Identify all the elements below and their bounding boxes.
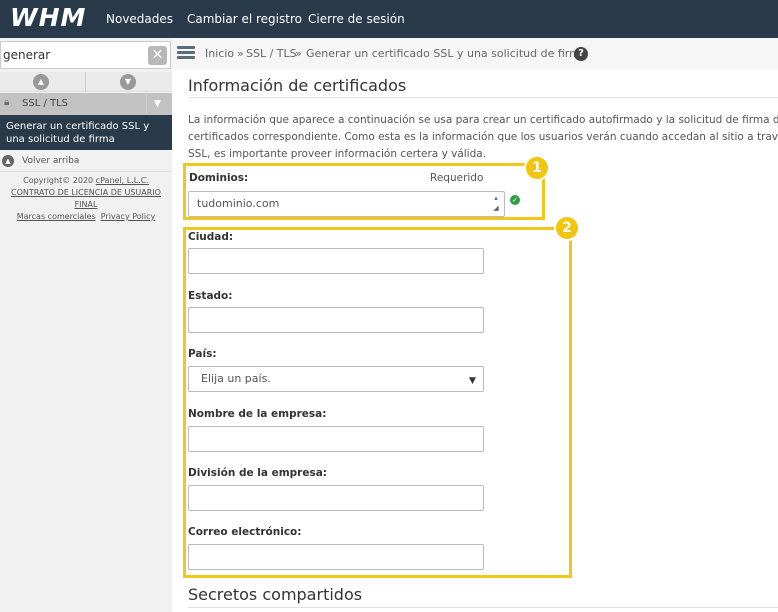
description-line: SSL, es importante proveer información c… [188, 148, 487, 160]
chevron-down-icon[interactable]: ▼ [146, 95, 168, 113]
sidebar-scroll-controls: ▲ ▼ [0, 72, 172, 92]
sidebar-category-ssl[interactable]: 🔒︎ SSL / TLS ▼ [0, 93, 172, 115]
sidebar-category-label: SSL / TLS [22, 98, 69, 109]
next-section-title: Secretos compartidos [188, 585, 363, 604]
breadcrumb-separator: » [237, 47, 244, 60]
divider [188, 97, 778, 98]
breadcrumb-ssl-tls[interactable]: SSL / TLS [246, 47, 297, 60]
scroll-down-icon[interactable]: ▼ [120, 74, 136, 90]
breadcrumb-separator: » [295, 47, 302, 60]
state-label: Estado: [188, 290, 233, 302]
arrow-up-icon: ▲ [2, 155, 14, 167]
annotation-badge-1: 1 [524, 155, 550, 181]
annotation-badge-2: 2 [554, 215, 580, 241]
section-description: La información que aparece a continuació… [188, 112, 778, 163]
menu-toggle-icon[interactable] [177, 46, 195, 60]
trademarks-link[interactable]: Marcas comerciales [17, 212, 96, 221]
back-to-top[interactable]: ▲ Volver arriba [0, 152, 172, 170]
email-field[interactable] [188, 544, 484, 570]
nav-change-log[interactable]: Cambiar el registro [187, 12, 302, 26]
country-label: País: [188, 348, 217, 360]
company-label: Nombre de la empresa: [188, 408, 327, 420]
breadcrumb-current: Generar un certificado SSL y una solicit… [306, 47, 587, 60]
copyright-text: Copyright© 2020 [23, 176, 96, 185]
breadcrumb: Inicio » SSL / TLS » Generar un certific… [172, 38, 778, 70]
nav-news[interactable]: Novedades [106, 12, 173, 26]
help-icon[interactable]: ? [574, 47, 588, 61]
cpanel-link[interactable]: cPanel, L.L.C. [96, 176, 149, 185]
top-bar: WHM Novedades Cambiar el registro Cierre… [0, 0, 778, 38]
required-label: Requerido [430, 172, 484, 184]
license-link[interactable]: CONTRATO DE LICENCIA DE USUARIO FINAL [0, 187, 172, 211]
city-label: Ciudad: [188, 231, 234, 243]
divider [85, 72, 86, 92]
email-label: Correo electrónico: [188, 526, 302, 538]
back-to-top-label: Volver arriba [22, 156, 80, 166]
sidebar-search: ✕ [0, 41, 171, 69]
valid-check-icon: ✓ [510, 195, 520, 205]
resize-handle-icon[interactable]: ▴ ◢ [488, 193, 504, 215]
search-input[interactable] [3, 45, 143, 65]
lock-icon: 🔒︎ [4, 97, 10, 108]
whm-logo[interactable]: WHM [10, 3, 86, 32]
scroll-up-icon[interactable]: ▲ [33, 74, 49, 90]
divider [0, 171, 172, 172]
division-label: División de la empresa: [188, 467, 327, 479]
company-field[interactable] [188, 426, 484, 452]
description-line: La información que aparece a continuació… [188, 114, 778, 126]
privacy-link[interactable]: Privacy Policy [101, 212, 156, 221]
country-select[interactable]: Elija un país. [188, 366, 484, 392]
city-field[interactable] [188, 248, 484, 274]
sidebar-footer: Copyright© 2020 cPanel, L.L.C. CONTRATO … [0, 175, 172, 223]
description-line: certificados correspondiente. Como esta … [188, 131, 778, 143]
section-title: Información de certificados [188, 76, 407, 95]
divider [188, 607, 778, 608]
nav-logout[interactable]: Cierre de sesión [308, 12, 405, 26]
clear-search-icon[interactable]: ✕ [148, 46, 167, 65]
state-field[interactable] [188, 307, 484, 333]
domains-label: Dominios: [189, 172, 249, 184]
breadcrumb-home[interactable]: Inicio [205, 47, 234, 60]
sidebar-item-generate-ssl[interactable]: Generar un certificado SSL y una solicit… [0, 115, 172, 150]
domains-field[interactable]: tudominio.com [188, 191, 505, 217]
chevron-down-icon: ▼ [469, 376, 476, 386]
division-field[interactable] [188, 485, 484, 511]
